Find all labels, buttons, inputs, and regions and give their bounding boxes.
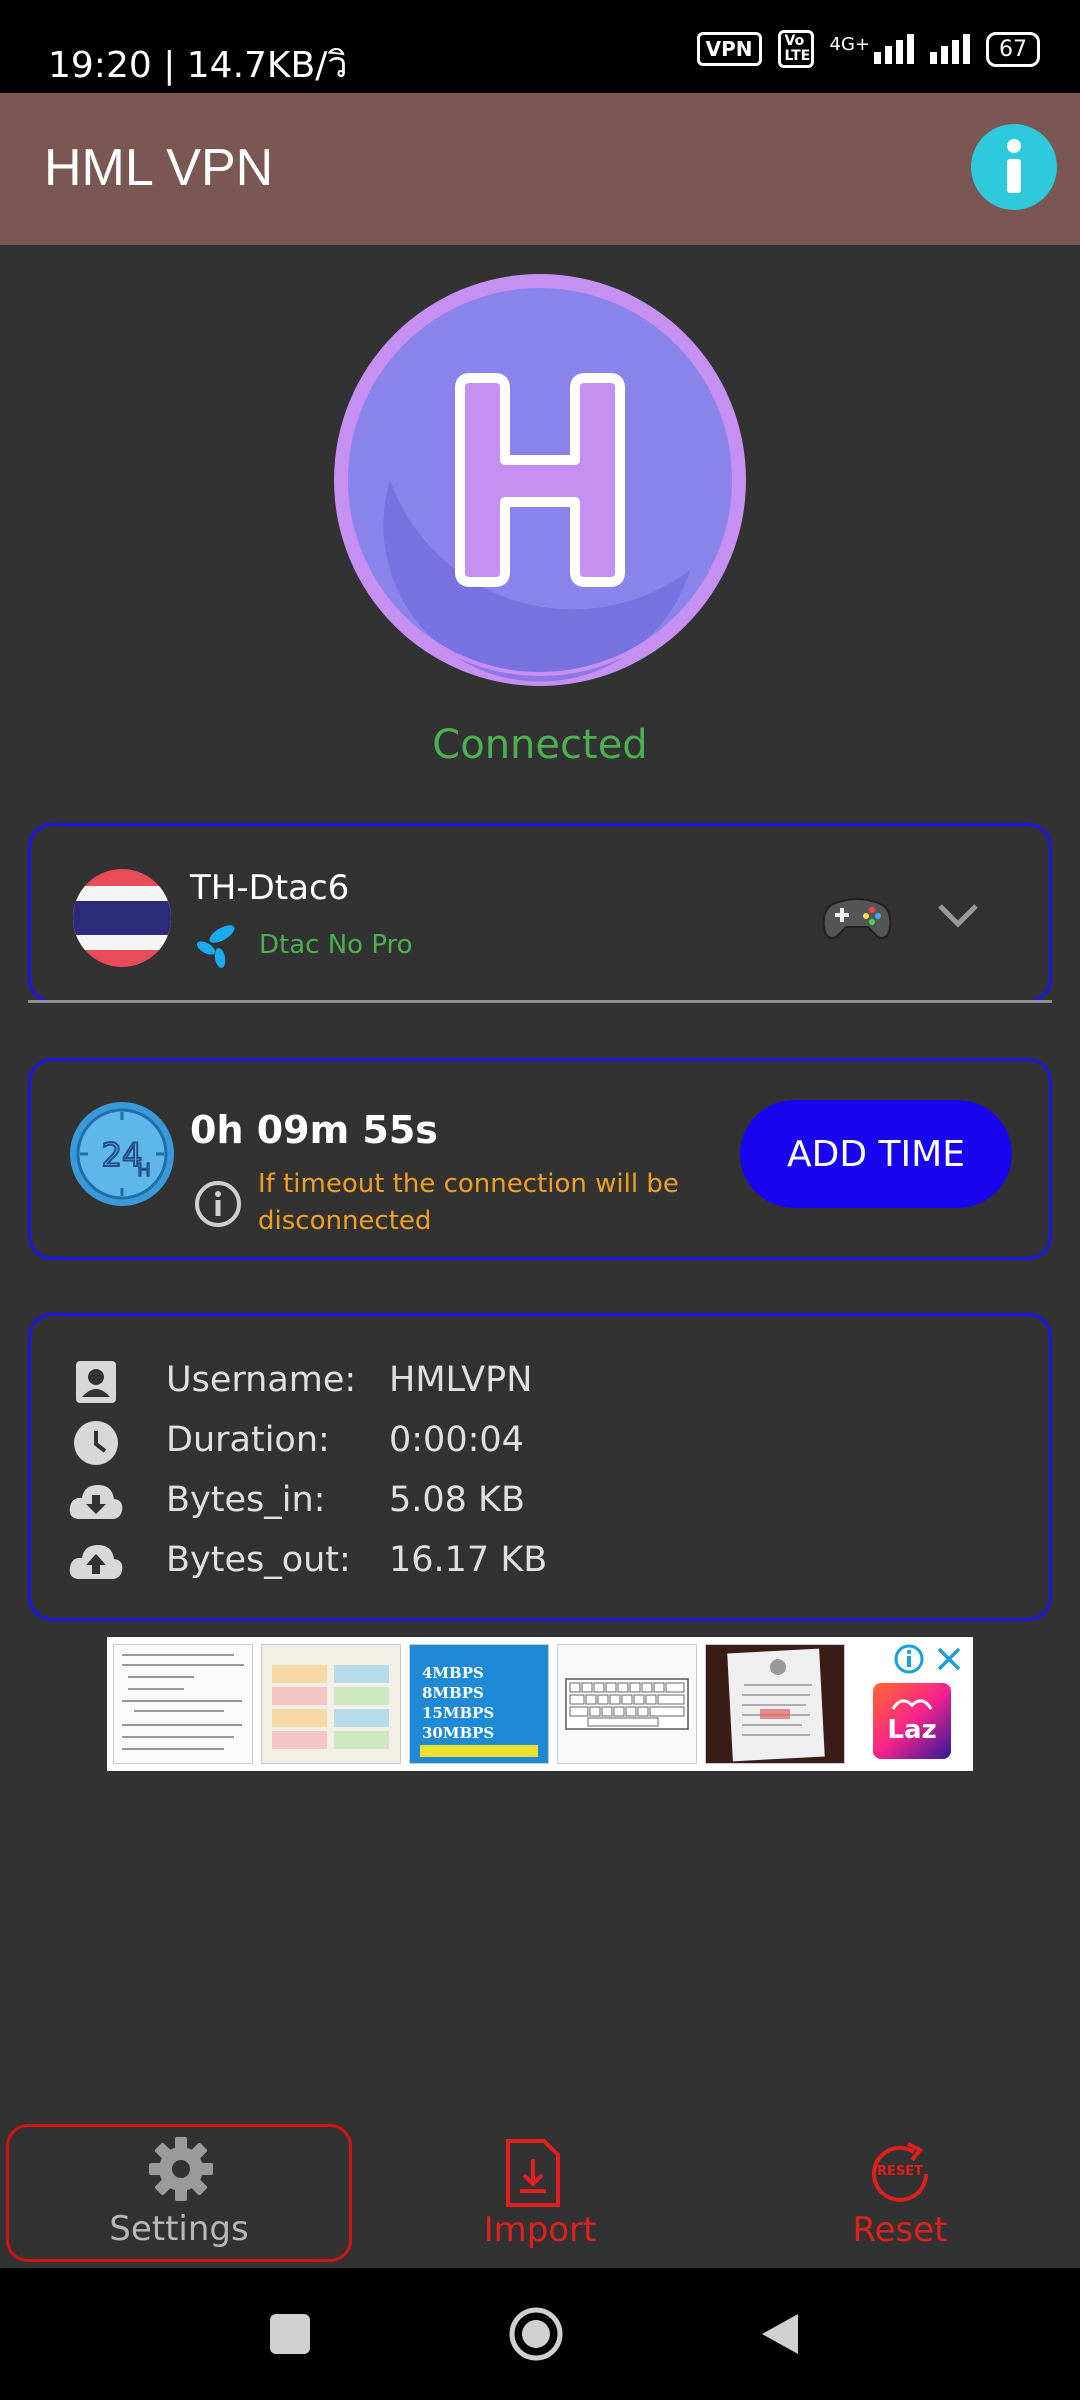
bytes-in-value: 5.08 KB (389, 1480, 526, 1520)
ad-image-tickets[interactable] (261, 1644, 401, 1764)
status-time: 19:20 | 14.7KB/วิ (48, 45, 348, 86)
battery-icon: 67 (986, 31, 1040, 67)
ad-choices-icon[interactable] (893, 1643, 925, 1675)
timeout-warning: If timeout the connection will be discon… (258, 1169, 679, 1236)
user-icon (68, 1359, 124, 1407)
server-name: TH-Dtac6 (190, 868, 350, 908)
lazada-logo-icon[interactable]: Laz (871, 1681, 953, 1761)
settings-label: Settings (109, 2209, 249, 2249)
duration-label: Duration: (166, 1420, 330, 1460)
gear-icon (147, 2135, 215, 2203)
username-value: HMLVPN (389, 1360, 533, 1400)
ad-close-icon[interactable] (935, 1645, 963, 1673)
24h-clock-icon: 24 H (68, 1100, 176, 1208)
thailand-flag-icon (72, 868, 172, 968)
username-label: Username: (166, 1360, 357, 1400)
ad-banner[interactable]: 4MBPS 8MBPS 15MBPS 30MBPS Laz (107, 1637, 973, 1771)
vpn-badge: VPN (696, 32, 762, 66)
ad-plan-3: 15MBPS (422, 1704, 495, 1722)
reset-badge: RESET (876, 2164, 923, 2179)
info-icon (1007, 139, 1021, 193)
status-icons: VPN Vo LTE 4G+ 67 (696, 30, 1040, 68)
back-icon[interactable] (758, 2310, 802, 2358)
chevron-down-icon[interactable] (936, 900, 980, 930)
file-import-icon (506, 2139, 560, 2207)
add-time-button[interactable]: ADD TIME (740, 1100, 1012, 1208)
volte-badge: Vo LTE (777, 30, 814, 68)
server-subtitle: Dtac No Pro (259, 930, 413, 960)
divider (28, 1000, 1052, 1003)
cloud-download-icon (68, 1479, 124, 1527)
clock-icon (68, 1419, 124, 1467)
dtac-logo-icon (192, 922, 238, 968)
ad-plan-2: 8MBPS (422, 1684, 484, 1702)
bytes-out-value: 16.17 KB (389, 1540, 548, 1580)
network-type: 4G+ (829, 34, 870, 55)
bytes-in-label: Bytes_in: (166, 1480, 326, 1520)
svg-text:H: H (137, 1160, 151, 1181)
info-button[interactable] (971, 124, 1057, 210)
signal-icon-2 (930, 34, 970, 64)
settings-nav-button[interactable]: Settings (6, 2124, 352, 2262)
reset-label[interactable]: Reset (800, 2210, 1000, 2250)
home-icon[interactable] (508, 2306, 564, 2362)
info-outline-icon (194, 1180, 242, 1228)
ad-plan-4: 30MBPS (422, 1724, 495, 1742)
logo-h-icon (334, 274, 746, 686)
recents-icon[interactable] (270, 2314, 310, 2354)
reset-nav-button[interactable]: RESET (864, 2138, 936, 2210)
lazada-label: Laz (887, 1715, 937, 1745)
import-nav-button[interactable] (500, 2137, 566, 2211)
connection-status: Connected (432, 722, 648, 768)
gamepad-icon (822, 893, 892, 943)
ad-image-paper[interactable] (705, 1644, 845, 1764)
app-title: HML VPN (44, 139, 274, 197)
signal-icon: 4G+ (830, 34, 914, 64)
ad-image-document[interactable] (113, 1644, 253, 1764)
import-label[interactable]: Import (440, 2210, 640, 2250)
ad-image-internet-plans[interactable]: 4MBPS 8MBPS 15MBPS 30MBPS (409, 1644, 549, 1764)
connect-logo-button[interactable] (330, 270, 750, 690)
ad-plan-1: 4MBPS (422, 1664, 484, 1682)
cloud-upload-icon (68, 1539, 124, 1587)
ad-image-keyboard[interactable] (557, 1644, 697, 1764)
server-selector[interactable] (28, 823, 1052, 1003)
time-remaining: 0h 09m 55s (190, 1108, 438, 1152)
bytes-out-label: Bytes_out: (166, 1540, 351, 1580)
duration-value: 0:00:04 (389, 1420, 524, 1460)
